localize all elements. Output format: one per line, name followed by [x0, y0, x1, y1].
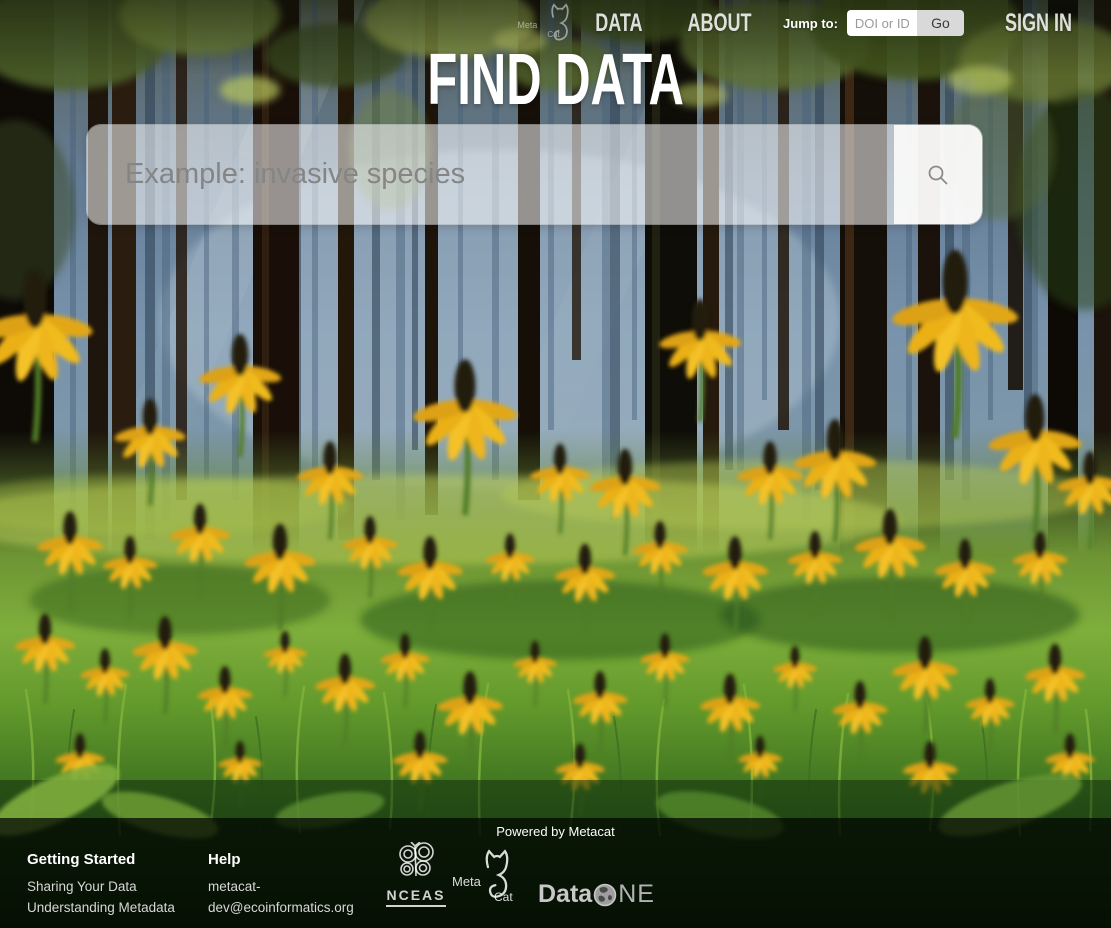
nav-logo-meta-text: Meta	[517, 20, 537, 30]
dataone-logo[interactable]: Data NE	[538, 880, 655, 909]
help-email-link[interactable]: metacat-dev@ecoinformatics.org	[208, 876, 366, 918]
powered-by-text: Powered by Metacat	[0, 824, 1111, 839]
nav-logo-cat-text: Cat	[547, 30, 559, 39]
top-nav: Meta Cat DATA ABOUT Jump to: Go SIGN IN	[0, 0, 1111, 46]
metacat-logo-cat-text: Cat	[494, 890, 513, 904]
nceas-logo-text: NCEAS	[386, 887, 445, 907]
nceas-butterfly-icon	[394, 842, 438, 880]
metacat-homepage: Meta Cat DATA ABOUT Jump to: Go SIGN IN …	[0, 0, 1111, 928]
go-button[interactable]: Go	[917, 10, 964, 36]
nav-data-link[interactable]: DATA	[596, 9, 643, 38]
nceas-logo[interactable]: NCEAS	[383, 842, 449, 907]
jump-to-label: Jump to:	[783, 16, 838, 31]
metacat-nav-logo[interactable]: Meta Cat	[517, 1, 575, 45]
dataone-logo-data-text: Data	[538, 880, 592, 909]
search-bar	[87, 125, 982, 224]
jump-to-input[interactable]	[847, 10, 917, 36]
metacat-logo-meta-text: Meta	[452, 874, 481, 889]
footer-getting-started-column: Getting Started Sharing Your Data Unders…	[27, 851, 192, 918]
metacat-footer-logo[interactable]: Meta Cat	[452, 844, 532, 922]
jump-to-group: Jump to: Go	[783, 10, 964, 36]
search-input[interactable]	[87, 125, 982, 224]
dataone-globe-icon	[593, 883, 617, 907]
getting-started-heading: Getting Started	[27, 851, 192, 868]
search-icon	[926, 163, 950, 187]
understanding-metadata-link[interactable]: Understanding Metadata	[27, 897, 192, 918]
page-title: FIND DATA	[0, 50, 1111, 110]
help-heading: Help	[208, 851, 366, 868]
sign-in-link[interactable]: SIGN IN	[1005, 9, 1072, 38]
nav-about-link[interactable]: ABOUT	[688, 9, 752, 38]
search-button[interactable]	[894, 125, 982, 224]
footer: Powered by Metacat Getting Started Shari…	[0, 818, 1111, 928]
footer-help-column: Help metacat-dev@ecoinformatics.org	[208, 851, 366, 918]
sharing-your-data-link[interactable]: Sharing Your Data	[27, 876, 192, 897]
dataone-logo-ne-text: NE	[618, 880, 655, 909]
